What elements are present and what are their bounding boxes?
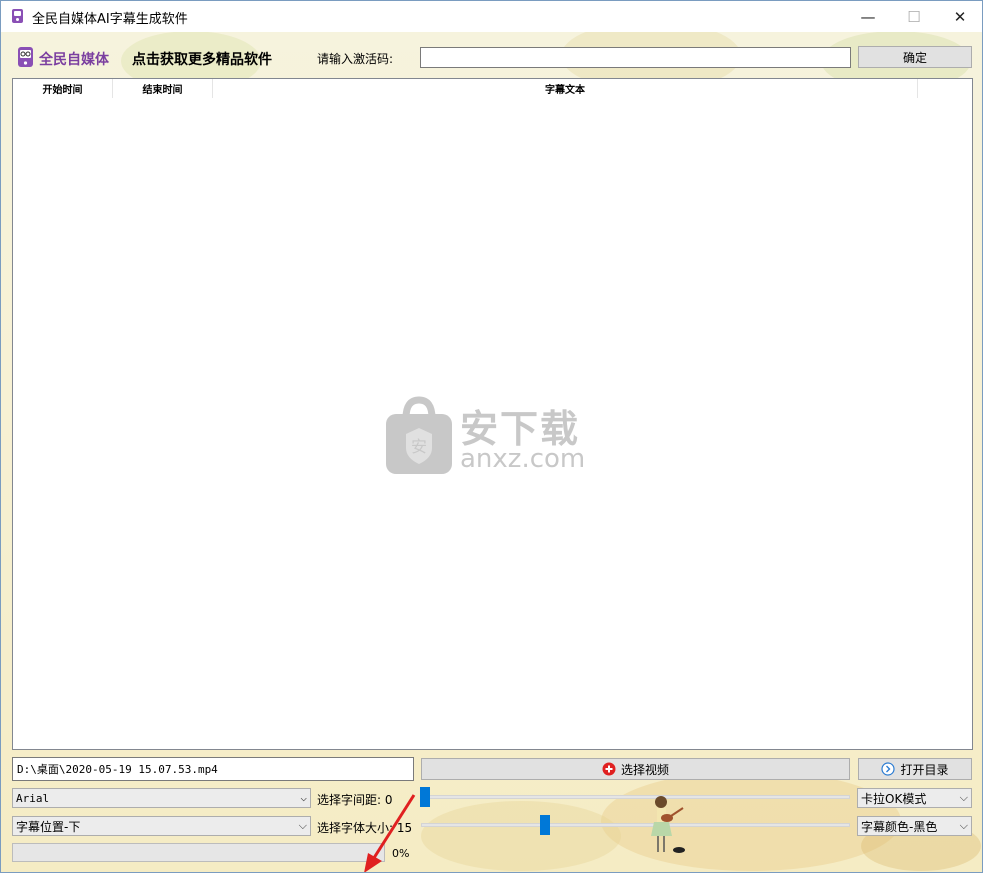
minimize-button[interactable]: — — [845, 1, 891, 32]
window-title: 全民自媒体AI字幕生成软件 — [32, 12, 188, 27]
watermark-en-text: anxz.com — [460, 444, 586, 474]
select-video-button[interactable]: 选择视频 — [421, 758, 850, 780]
activation-code-label: 请输入激活码: — [317, 52, 394, 66]
karaoke-mode-select[interactable]: 卡拉OK模式 ⌵ — [857, 788, 972, 808]
column-header-filler — [918, 79, 972, 98]
title-bar: 全民自媒体AI字幕生成软件 — ☐ ✕ — [1, 1, 982, 32]
chevron-right-circle-icon — [881, 762, 896, 776]
close-button[interactable]: ✕ — [937, 1, 982, 32]
chevron-down-icon: ⌵ — [959, 791, 968, 804]
brand: 全民自媒体 — [15, 45, 115, 71]
column-header-subtitle-text[interactable]: 字幕文本 — [213, 79, 918, 98]
annotation-arrow-icon — [364, 794, 416, 872]
maximize-button[interactable]: ☐ — [891, 1, 937, 32]
activation-code-input[interactable] — [420, 47, 851, 68]
brand-logo-icon — [18, 47, 33, 67]
font-select-value: Arial — [16, 791, 50, 805]
chevron-down-icon: ⌵ — [300, 791, 307, 804]
svg-text:安: 安 — [411, 437, 427, 456]
confirm-button[interactable]: 确定 — [858, 46, 972, 68]
subtitle-position-value: 字幕位置-下 — [16, 819, 81, 834]
app-window: 全民自媒体AI字幕生成软件 — ☐ ✕ 全民自媒体 点击获取更多精品软件 请输入… — [0, 0, 983, 873]
watermark: 安 安下载 anxz.com — [384, 396, 599, 478]
girl-illustration — [651, 796, 685, 853]
subtitle-color-select[interactable]: 字幕颜色-黑色 ⌵ — [857, 816, 972, 836]
open-directory-button[interactable]: 打开目录 — [858, 758, 972, 780]
more-software-link[interactable]: 点击获取更多精品软件 — [132, 49, 272, 69]
column-header-start-time[interactable]: 开始时间 — [13, 79, 113, 98]
font-select[interactable]: Arial ⌵ — [12, 788, 311, 808]
font-size-slider-thumb[interactable] — [540, 815, 550, 835]
background-leaf — [421, 801, 621, 871]
progress-bar — [12, 843, 385, 862]
subtitle-position-select[interactable]: 字幕位置-下 ⌵ — [12, 816, 311, 836]
font-size-slider-track[interactable] — [421, 823, 850, 827]
brand-name: 全民自媒体 — [39, 52, 109, 68]
subtitle-color-value: 字幕颜色-黑色 — [861, 819, 938, 834]
letter-spacing-slider-track[interactable] — [421, 795, 850, 799]
video-path-field[interactable] — [12, 757, 414, 781]
open-directory-label: 打开目录 — [900, 762, 949, 777]
column-header-end-time[interactable]: 结束时间 — [113, 79, 213, 98]
select-video-label: 选择视频 — [620, 762, 669, 777]
add-circle-icon — [602, 762, 616, 776]
app-icon — [12, 9, 23, 23]
chevron-down-icon: ⌵ — [298, 819, 307, 832]
shopping-bag-icon: 安 — [386, 396, 452, 474]
karaoke-mode-value: 卡拉OK模式 — [861, 791, 927, 806]
chevron-down-icon: ⌵ — [959, 819, 968, 832]
